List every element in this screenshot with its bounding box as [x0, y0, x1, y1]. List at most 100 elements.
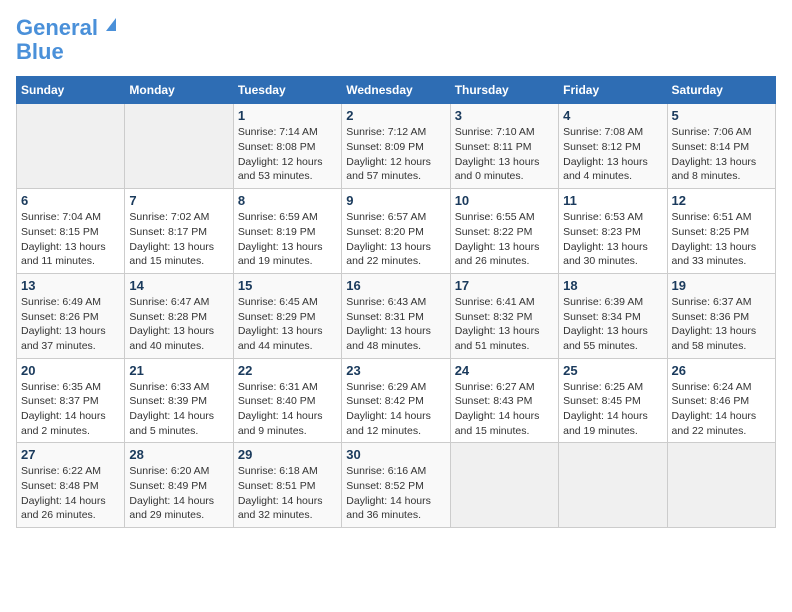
day-number: 4	[563, 108, 662, 123]
calendar-body: 1 Sunrise: 7:14 AMSunset: 8:08 PMDaylight…	[17, 104, 776, 528]
calendar-week-4: 20 Sunrise: 6:35 AMSunset: 8:37 PMDayligh…	[17, 358, 776, 443]
day-number: 16	[346, 278, 445, 293]
logo-text: General	[16, 16, 116, 40]
calendar-cell: 15Sunrise: 6:45 AMSunset: 8:29 PMDayligh…	[233, 273, 341, 358]
day-number: 24	[455, 363, 554, 378]
calendar-cell: 12Sunrise: 6:51 AMSunset: 8:25 PMDayligh…	[667, 189, 775, 274]
calendar-cell: 8 Sunrise: 6:59 AMSunset: 8:19 PMDaylight…	[233, 189, 341, 274]
day-number: 10	[455, 193, 554, 208]
day-number: 1	[238, 108, 337, 123]
weekday-header-sunday: Sunday	[17, 77, 125, 104]
logo-blue: Blue	[16, 39, 64, 64]
day-info: Sunrise: 7:12 AMSunset: 8:09 PMDaylight:…	[346, 125, 445, 184]
day-number: 29	[238, 447, 337, 462]
calendar-cell: 25 Sunrise: 6:25 AMSunset: 8:45 PMDayligh…	[559, 358, 667, 443]
calendar-week-1: 1 Sunrise: 7:14 AMSunset: 8:08 PMDaylight…	[17, 104, 776, 189]
page-header: General Blue	[16, 16, 776, 64]
calendar-cell	[559, 443, 667, 528]
calendar-cell: 1 Sunrise: 7:14 AMSunset: 8:08 PMDaylight…	[233, 104, 341, 189]
day-number: 28	[129, 447, 228, 462]
calendar-cell: 14 Sunrise: 6:47 AMSunset: 8:28 PMDayligh…	[125, 273, 233, 358]
logo-general: General	[16, 15, 98, 40]
day-number: 8	[238, 193, 337, 208]
day-number: 11	[563, 193, 662, 208]
calendar-week-3: 13 Sunrise: 6:49 AMSunset: 8:26 PMDayligh…	[17, 273, 776, 358]
calendar-cell	[17, 104, 125, 189]
calendar-cell: 24 Sunrise: 6:27 AMSunset: 8:43 PMDayligh…	[450, 358, 558, 443]
calendar-cell: 13 Sunrise: 6:49 AMSunset: 8:26 PMDayligh…	[17, 273, 125, 358]
day-info: Sunrise: 7:06 AMSunset: 8:14 PMDaylight:…	[672, 125, 771, 184]
weekday-header-friday: Friday	[559, 77, 667, 104]
calendar-cell: 23 Sunrise: 6:29 AMSunset: 8:42 PMDayligh…	[342, 358, 450, 443]
day-number: 26	[672, 363, 771, 378]
day-number: 21	[129, 363, 228, 378]
calendar-cell: 11 Sunrise: 6:53 AMSunset: 8:23 PMDayligh…	[559, 189, 667, 274]
weekday-header-saturday: Saturday	[667, 77, 775, 104]
day-info: Sunrise: 6:25 AMSunset: 8:45 PMDaylight:…	[563, 380, 662, 439]
calendar-cell: 16 Sunrise: 6:43 AMSunset: 8:31 PMDayligh…	[342, 273, 450, 358]
calendar-cell: 10Sunrise: 6:55 AMSunset: 8:22 PMDayligh…	[450, 189, 558, 274]
calendar-cell: 6 Sunrise: 7:04 AMSunset: 8:15 PMDaylight…	[17, 189, 125, 274]
day-info: Sunrise: 6:29 AMSunset: 8:42 PMDaylight:…	[346, 380, 445, 439]
day-info: Sunrise: 6:33 AMSunset: 8:39 PMDaylight:…	[129, 380, 228, 439]
calendar-header: SundayMondayTuesdayWednesdayThursdayFrid…	[17, 77, 776, 104]
day-number: 14	[129, 278, 228, 293]
calendar-cell: 7 Sunrise: 7:02 AMSunset: 8:17 PMDaylight…	[125, 189, 233, 274]
day-info: Sunrise: 7:02 AMSunset: 8:17 PMDaylight:…	[129, 210, 228, 269]
calendar-cell: 3Sunrise: 7:10 AMSunset: 8:11 PMDaylight…	[450, 104, 558, 189]
calendar-cell: 29 Sunrise: 6:18 AMSunset: 8:51 PMDayligh…	[233, 443, 341, 528]
day-number: 18	[563, 278, 662, 293]
calendar-cell: 21 Sunrise: 6:33 AMSunset: 8:39 PMDayligh…	[125, 358, 233, 443]
day-number: 22	[238, 363, 337, 378]
calendar-cell: 5 Sunrise: 7:06 AMSunset: 8:14 PMDaylight…	[667, 104, 775, 189]
day-info: Sunrise: 6:43 AMSunset: 8:31 PMDaylight:…	[346, 295, 445, 354]
day-number: 20	[21, 363, 120, 378]
calendar-week-5: 27Sunrise: 6:22 AMSunset: 8:48 PMDayligh…	[17, 443, 776, 528]
day-info: Sunrise: 6:59 AMSunset: 8:19 PMDaylight:…	[238, 210, 337, 269]
day-info: Sunrise: 6:53 AMSunset: 8:23 PMDaylight:…	[563, 210, 662, 269]
day-number: 6	[21, 193, 120, 208]
day-info: Sunrise: 6:37 AMSunset: 8:36 PMDaylight:…	[672, 295, 771, 354]
calendar-cell: 20 Sunrise: 6:35 AMSunset: 8:37 PMDayligh…	[17, 358, 125, 443]
logo-arrow-icon	[106, 18, 116, 31]
day-info: Sunrise: 6:18 AMSunset: 8:51 PMDaylight:…	[238, 464, 337, 523]
calendar-cell: 30 Sunrise: 6:16 AMSunset: 8:52 PMDayligh…	[342, 443, 450, 528]
day-info: Sunrise: 6:35 AMSunset: 8:37 PMDaylight:…	[21, 380, 120, 439]
day-info: Sunrise: 6:57 AMSunset: 8:20 PMDaylight:…	[346, 210, 445, 269]
day-number: 23	[346, 363, 445, 378]
day-info: Sunrise: 7:10 AMSunset: 8:11 PMDaylight:…	[455, 125, 554, 184]
calendar-cell: 9 Sunrise: 6:57 AMSunset: 8:20 PMDaylight…	[342, 189, 450, 274]
day-info: Sunrise: 6:16 AMSunset: 8:52 PMDaylight:…	[346, 464, 445, 523]
day-info: Sunrise: 6:47 AMSunset: 8:28 PMDaylight:…	[129, 295, 228, 354]
day-info: Sunrise: 6:27 AMSunset: 8:43 PMDaylight:…	[455, 380, 554, 439]
logo: General Blue	[16, 16, 116, 64]
day-number: 30	[346, 447, 445, 462]
day-number: 25	[563, 363, 662, 378]
day-number: 7	[129, 193, 228, 208]
day-number: 17	[455, 278, 554, 293]
day-number: 2	[346, 108, 445, 123]
day-info: Sunrise: 6:49 AMSunset: 8:26 PMDaylight:…	[21, 295, 120, 354]
day-number: 19	[672, 278, 771, 293]
day-info: Sunrise: 7:08 AMSunset: 8:12 PMDaylight:…	[563, 125, 662, 184]
day-number: 5	[672, 108, 771, 123]
day-number: 9	[346, 193, 445, 208]
day-info: Sunrise: 7:14 AMSunset: 8:08 PMDaylight:…	[238, 125, 337, 184]
calendar-week-2: 6 Sunrise: 7:04 AMSunset: 8:15 PMDaylight…	[17, 189, 776, 274]
day-info: Sunrise: 6:24 AMSunset: 8:46 PMDaylight:…	[672, 380, 771, 439]
day-info: Sunrise: 6:39 AMSunset: 8:34 PMDaylight:…	[563, 295, 662, 354]
day-info: Sunrise: 6:22 AMSunset: 8:48 PMDaylight:…	[21, 464, 120, 523]
day-number: 15	[238, 278, 337, 293]
weekday-header-monday: Monday	[125, 77, 233, 104]
weekday-header-thursday: Thursday	[450, 77, 558, 104]
calendar-cell: 18 Sunrise: 6:39 AMSunset: 8:34 PMDayligh…	[559, 273, 667, 358]
calendar-cell: 28Sunrise: 6:20 AMSunset: 8:49 PMDayligh…	[125, 443, 233, 528]
day-number: 13	[21, 278, 120, 293]
day-number: 12	[672, 193, 771, 208]
weekday-header-row: SundayMondayTuesdayWednesdayThursdayFrid…	[17, 77, 776, 104]
calendar-cell: 22 Sunrise: 6:31 AMSunset: 8:40 PMDayligh…	[233, 358, 341, 443]
day-info: Sunrise: 6:31 AMSunset: 8:40 PMDaylight:…	[238, 380, 337, 439]
day-info: Sunrise: 6:41 AMSunset: 8:32 PMDaylight:…	[455, 295, 554, 354]
calendar-cell	[667, 443, 775, 528]
day-info: Sunrise: 7:04 AMSunset: 8:15 PMDaylight:…	[21, 210, 120, 269]
